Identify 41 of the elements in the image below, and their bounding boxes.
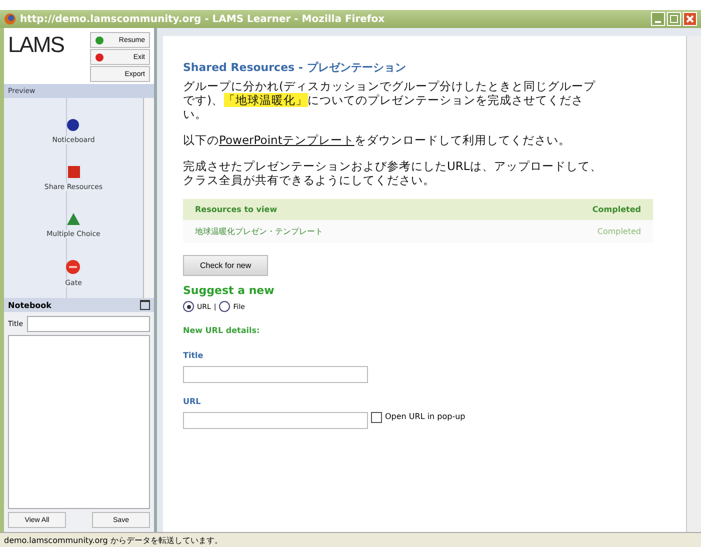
- scrollbar[interactable]: [143, 98, 154, 298]
- circle-icon: [95, 52, 104, 62]
- instruction-paragraph: 完成させたプレゼンテーションおよび参考にしたURLは、アップロードして、クラス全員が共有できるようにしてください。: [183, 159, 603, 187]
- resource-link[interactable]: 地球温暖化プレゼン・テンプレート: [183, 220, 502, 243]
- instruction-paragraph: グループに分かれ(ディスカッションでグループ分けしたときと同じグループです)、「地球温暖化」についてのプレゼンテーションを完成させてください。: [183, 79, 596, 121]
- triangle-icon[interactable]: [67, 213, 80, 225]
- minimize-button[interactable]: [651, 12, 665, 26]
- checkbox-label: Open URL in pop-up: [385, 412, 466, 421]
- notebook-textarea[interactable]: [8, 335, 150, 509]
- title-field[interactable]: [183, 366, 368, 383]
- circle-icon: [95, 36, 104, 44]
- stop-sign-icon[interactable]: [66, 260, 80, 274]
- status-bar: demo.lamscommunity.org からデータを転送しています。: [0, 532, 701, 547]
- browser-icon: [4, 13, 16, 25]
- check-button[interactable]: Check for new: [183, 255, 268, 276]
- maximize-icon: [670, 15, 678, 23]
- column-header: Resources to view: [183, 199, 502, 220]
- page-heading: Shared Resources - プレゼンテーション: [183, 60, 407, 75]
- template-link[interactable]: PowerPointテンプレート: [219, 133, 354, 147]
- close-button[interactable]: [683, 12, 697, 26]
- column-header: Completed: [501, 199, 653, 220]
- circle-icon[interactable]: [67, 119, 80, 131]
- lams-logo: LAMS: [8, 32, 64, 59]
- scrollbar[interactable]: [686, 36, 701, 532]
- section-heading: Suggest a new: [183, 284, 276, 297]
- radio-button[interactable]: [219, 301, 230, 312]
- checkbox[interactable]: [371, 412, 382, 423]
- section-heading: New URL details:: [183, 326, 261, 335]
- maximize-button[interactable]: [667, 12, 681, 26]
- window-icon[interactable]: [140, 300, 150, 310]
- close-icon: [686, 15, 694, 23]
- url-field[interactable]: [183, 412, 368, 429]
- notebook-header: Notebook: [8, 300, 52, 310]
- square-icon[interactable]: [68, 166, 80, 178]
- status-cell: Completed: [501, 220, 653, 243]
- radio-button[interactable]: [183, 301, 194, 312]
- title-input[interactable]: [27, 316, 150, 332]
- field-label: Title: [183, 351, 204, 360]
- field-label: URL: [183, 397, 202, 406]
- instruction-paragraph: 以下のPowerPointテンプレート をダウンロードして利用してください。: [183, 133, 572, 147]
- window-title: http://demo.lamscommunity.org - LAMS Learner - Mozilla Firefox: [20, 14, 386, 24]
